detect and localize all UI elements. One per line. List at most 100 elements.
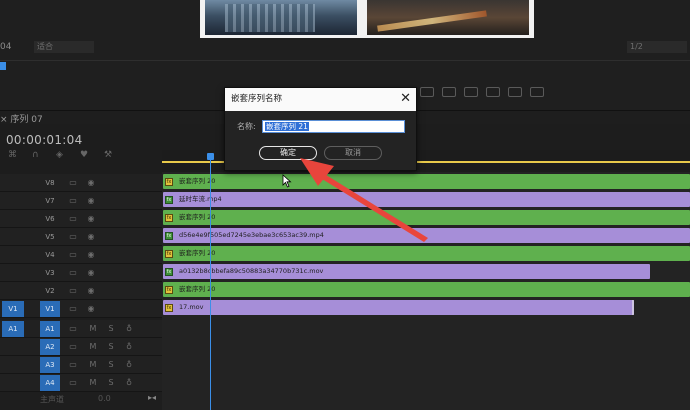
film-icon[interactable]: ▭ — [68, 304, 78, 313]
mute-icon[interactable]: M — [88, 360, 98, 369]
sequence-name-value: 嵌套序列 21 — [265, 122, 309, 131]
track-label[interactable]: V5 — [40, 229, 60, 245]
timeline-tab[interactable]: × 序列 07 — [0, 112, 43, 125]
monitor-ruler[interactable] — [0, 60, 690, 74]
linked-selection-icon[interactable]: ◈ — [56, 151, 68, 160]
monitor-number: 04 — [0, 42, 12, 52]
film-icon[interactable]: ▭ — [68, 196, 78, 205]
close-icon[interactable]: ✕ — [400, 88, 411, 111]
timeline-playhead-line[interactable] — [210, 160, 211, 410]
mic-icon[interactable]: ♁ — [124, 360, 134, 369]
solo-icon[interactable]: S — [106, 360, 116, 369]
fx-badge: fx — [165, 213, 173, 222]
film-icon[interactable]: ▭ — [68, 268, 78, 277]
mute-icon[interactable]: M — [88, 378, 98, 387]
monitor-playhead[interactable] — [0, 62, 6, 70]
clip-end-handle[interactable] — [632, 300, 634, 315]
mic-icon[interactable]: ♁ — [124, 342, 134, 351]
clip-v1[interactable]: fx 17.mov — [163, 300, 634, 315]
eye-icon[interactable]: ◉ — [86, 178, 96, 187]
eye-icon[interactable]: ◉ — [86, 196, 96, 205]
marker-icon[interactable]: ♥ — [80, 151, 92, 160]
source-patch-a1[interactable]: A1 — [2, 321, 24, 337]
compare-icon[interactable] — [486, 87, 500, 97]
eye-icon[interactable]: ◉ — [86, 250, 96, 259]
wrench-icon[interactable]: ⚒ — [104, 151, 116, 160]
film-icon[interactable]: ▭ — [68, 232, 78, 241]
clip-v7[interactable]: fx 延时车流.mp4 — [163, 192, 690, 207]
clip-v3[interactable]: fx a0132b8cbbefa89c50883a34770b731c.mov — [163, 264, 650, 279]
solo-icon[interactable]: S — [106, 342, 116, 351]
eye-icon[interactable]: ◉ — [86, 304, 96, 313]
film-icon[interactable]: ▭ — [68, 178, 78, 187]
camera-icon[interactable] — [508, 87, 522, 97]
mic-icon[interactable]: ♁ — [124, 378, 134, 387]
track-label[interactable]: A1 — [40, 321, 60, 337]
track-label[interactable]: A2 — [40, 339, 60, 355]
track-header-v2: V2 ▭ ◉ — [0, 282, 162, 300]
cancel-button[interactable]: 取消 — [324, 146, 382, 160]
eye-icon[interactable]: ◉ — [86, 214, 96, 223]
sync-lock-icon[interactable]: ▭ — [68, 360, 78, 369]
track-label[interactable]: V8 — [40, 175, 60, 191]
track-label[interactable]: V3 — [40, 265, 60, 281]
preview-image-right — [367, 0, 529, 35]
nest-icon[interactable]: ⌘ — [8, 151, 20, 160]
lift-icon[interactable] — [420, 87, 434, 97]
settings-icon[interactable] — [530, 87, 544, 97]
export-frame-icon[interactable] — [464, 87, 478, 97]
track-header-a3: A3 ▭ M S ♁ — [0, 356, 162, 374]
monitor-toolbar — [420, 87, 544, 99]
track-label[interactable]: V4 — [40, 247, 60, 263]
track-label[interactable]: V1 — [40, 301, 60, 317]
ok-button[interactable]: 确定 — [259, 146, 317, 160]
track-label[interactable]: V2 — [40, 283, 60, 299]
fit-dropdown[interactable]: 适合 — [34, 41, 94, 53]
fx-badge: fx — [165, 285, 173, 294]
close-icon[interactable]: × — [0, 115, 10, 125]
timecode-display[interactable]: 00:00:01:04 — [6, 133, 83, 147]
clip-name: a0132b8cbbefa89c50883a34770b731c.mov — [179, 267, 324, 275]
source-patch-v1[interactable]: V1 — [2, 301, 24, 317]
track-header-v5: V5 ▭ ◉ — [0, 228, 162, 246]
track-header-v3: V3 ▭ ◉ — [0, 264, 162, 282]
fx-badge: fx — [165, 249, 173, 258]
master-track-row: 主声道 0.0 ▸◂ — [0, 392, 162, 410]
eye-icon[interactable]: ◉ — [86, 286, 96, 295]
track-label[interactable]: A3 — [40, 357, 60, 373]
timeline-playhead-handle[interactable] — [207, 153, 214, 160]
mute-icon[interactable]: M — [88, 324, 98, 333]
film-icon[interactable]: ▭ — [68, 286, 78, 295]
solo-icon[interactable]: S — [106, 324, 116, 333]
track-label[interactable]: V6 — [40, 211, 60, 227]
mouse-cursor-icon — [282, 174, 292, 188]
mute-icon[interactable]: M — [88, 342, 98, 351]
mic-icon[interactable]: ♁ — [124, 324, 134, 333]
master-value[interactable]: 0.0 — [98, 394, 111, 403]
resolution-dropdown[interactable]: 1/2 — [627, 41, 687, 53]
fx-badge: fx — [165, 303, 173, 312]
sync-lock-icon[interactable]: ▭ — [68, 324, 78, 333]
clip-nested-v8[interactable]: fx 嵌套序列 20 — [163, 174, 690, 189]
film-icon[interactable]: ▭ — [68, 250, 78, 259]
magnet-icon[interactable]: ∩ — [32, 151, 44, 160]
track-label[interactable]: A4 — [40, 375, 60, 391]
clip-name: d56e4e9f505ed7245e3ebae3c653ac39.mp4 — [179, 231, 324, 239]
solo-icon[interactable]: S — [106, 378, 116, 387]
eye-icon[interactable]: ◉ — [86, 268, 96, 277]
skip-end-icon[interactable]: ▸◂ — [148, 393, 156, 402]
eye-icon[interactable]: ◉ — [86, 232, 96, 241]
clip-name: 延时车流.mp4 — [179, 195, 222, 203]
clip-nested-v4[interactable]: fx 嵌套序列 20 — [163, 246, 690, 261]
sequence-name-input[interactable]: 嵌套序列 21 — [262, 120, 405, 133]
sync-lock-icon[interactable]: ▭ — [68, 342, 78, 351]
track-label[interactable]: V7 — [40, 193, 60, 209]
track-header-v1: V1 V1 ▭ ◉ — [0, 300, 162, 318]
clip-nested-v2[interactable]: fx 嵌套序列 20 — [163, 282, 690, 297]
clip-nested-v6[interactable]: fx 嵌套序列 20 — [163, 210, 690, 225]
clip-v5[interactable]: fx d56e4e9f505ed7245e3ebae3c653ac39.mp4 — [163, 228, 690, 243]
track-header-a1: A1 A1 ▭ M S ♁ — [0, 320, 162, 338]
extract-icon[interactable] — [442, 87, 456, 97]
sync-lock-icon[interactable]: ▭ — [68, 378, 78, 387]
film-icon[interactable]: ▭ — [68, 214, 78, 223]
